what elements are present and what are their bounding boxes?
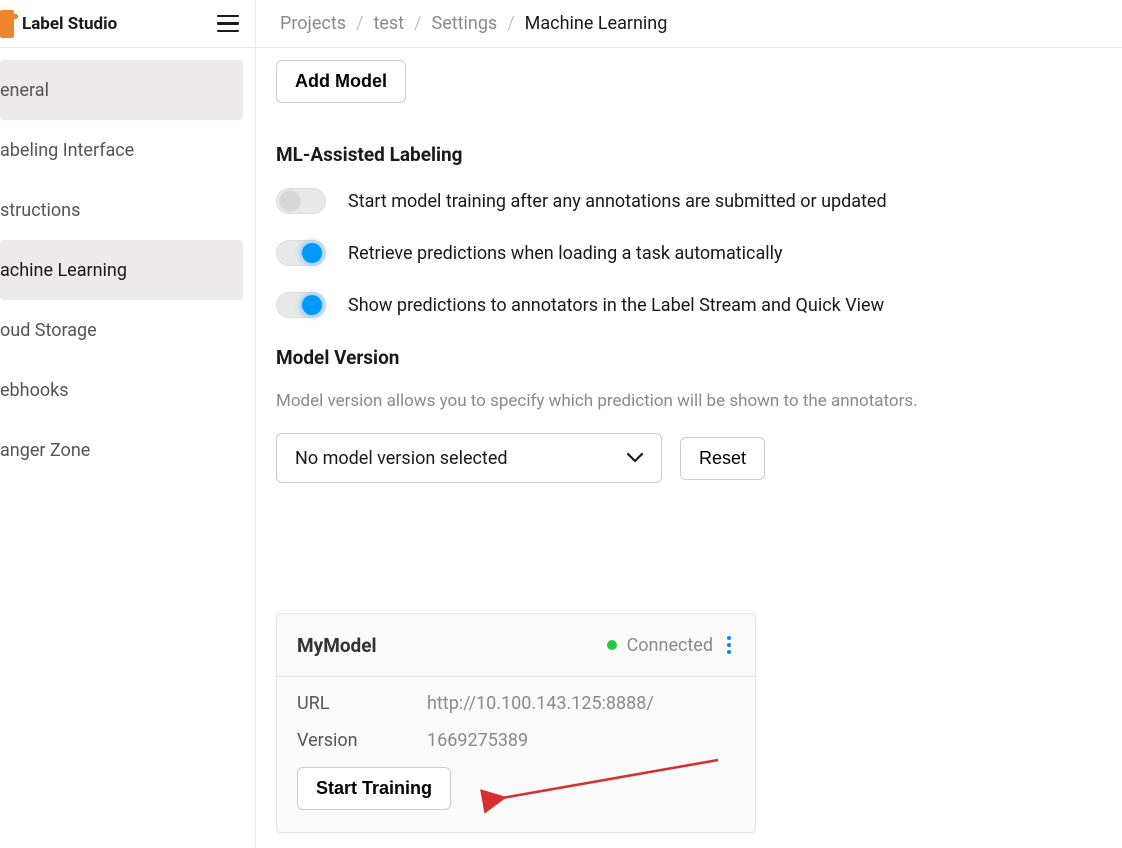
breadcrumb: Projects / test / Settings / Machine Lea… [256,0,667,47]
sidebar-item-general[interactable]: eneral [0,60,243,120]
breadcrumb-item[interactable]: Projects [280,13,346,34]
model-version-label: Version [297,730,407,751]
toggle-label: Retrieve predictions when loading a task… [348,243,783,264]
app-logo [0,10,14,38]
hamburger-menu-icon[interactable] [217,15,239,33]
sidebar-item-danger-zone[interactable]: anger Zone [0,420,243,480]
breadcrumb-separator: / [507,13,514,34]
reset-button[interactable]: Reset [680,437,765,480]
model-version-select[interactable]: No model version selected [276,433,662,483]
breadcrumb-item[interactable]: Settings [432,13,498,34]
sidebar-item-instructions[interactable]: structions [0,180,243,240]
start-training-button[interactable]: Start Training [297,767,451,810]
settings-sidebar: eneral abeling Interface structions achi… [0,48,256,848]
model-status: Connected [627,635,713,656]
ml-assisted-heading: ML-Assisted Labeling [276,143,1082,166]
sidebar-item-webhooks[interactable]: ebhooks [0,360,243,420]
status-dot-icon [607,640,617,650]
model-card: MyModel Connected URL http://10.100.143.… [276,613,756,833]
model-version-description: Model version allows you to specify whic… [276,391,1082,411]
breadcrumb-current: Machine Learning [525,13,668,34]
breadcrumb-separator: / [414,13,421,34]
chevron-down-icon [627,453,643,463]
model-version-value: 1669275389 [427,730,528,751]
model-url-label: URL [297,693,407,714]
toggle-show-predictions[interactable] [276,292,326,318]
toggle-train-on-annotation[interactable] [276,188,326,214]
sidebar-item-cloud-storage[interactable]: oud Storage [0,300,243,360]
sidebar-item-machine-learning[interactable]: achine Learning [0,240,243,300]
model-version-heading: Model Version [276,346,1082,369]
toggle-retrieve-predictions[interactable] [276,240,326,266]
app-title: Label Studio [22,14,117,34]
breadcrumb-item[interactable]: test [373,13,404,34]
add-model-button[interactable]: Add Model [276,60,406,103]
toggle-label: Start model training after any annotatio… [348,191,887,212]
kebab-menu-icon[interactable] [723,632,735,658]
model-url-value: http://10.100.143.125:8888/ [427,693,654,714]
breadcrumb-separator: / [356,13,363,34]
toggle-label: Show predictions to annotators in the La… [348,295,884,316]
model-version-selected-value: No model version selected [295,448,508,469]
model-card-title: MyModel [297,634,377,657]
sidebar-item-labeling-interface[interactable]: abeling Interface [0,120,243,180]
